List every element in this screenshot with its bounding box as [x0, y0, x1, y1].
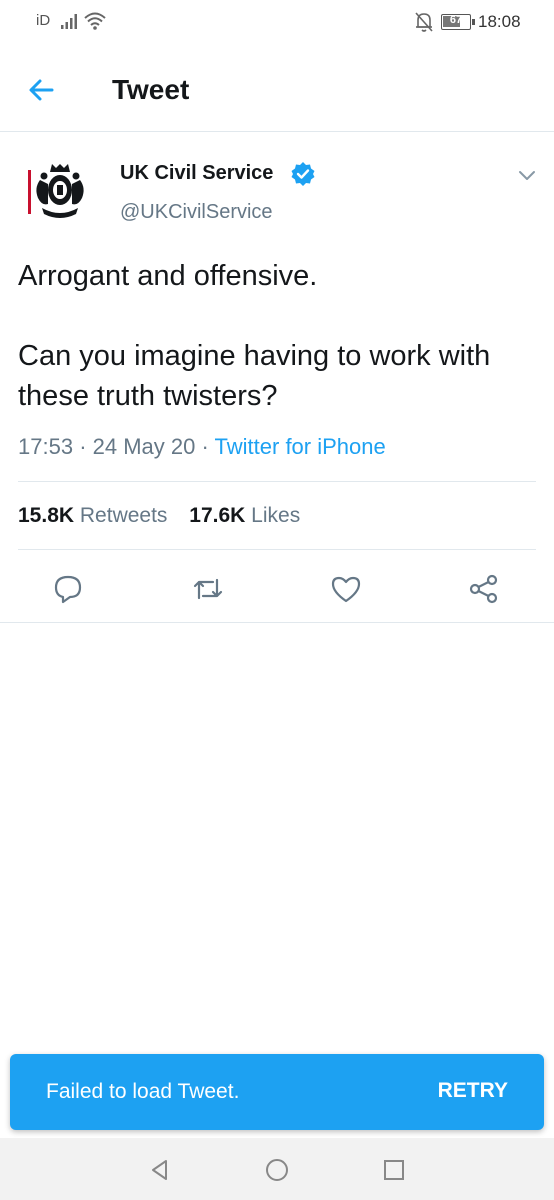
home-circle-icon[interactable]	[263, 1156, 291, 1184]
retweets-count: 15.8K	[18, 504, 75, 527]
like-icon[interactable]	[329, 572, 363, 606]
avatar[interactable]	[20, 152, 100, 232]
divider	[18, 481, 536, 482]
tweet-time: 17:53	[18, 434, 74, 459]
retweets-label: Retweets	[79, 504, 168, 527]
meta-separator: ·	[79, 434, 93, 459]
tweet-stats: 15.8K Retweets 17.6K Likes	[18, 504, 316, 528]
battery-icon: 67	[441, 14, 471, 30]
retweets-stat[interactable]: 15.8K Retweets	[18, 504, 167, 527]
notifications-muted-icon	[415, 12, 433, 32]
battery-tip	[472, 19, 475, 25]
share-icon[interactable]	[467, 572, 501, 606]
carrier-label: iD	[36, 12, 51, 29]
back-triangle-icon[interactable]	[146, 1156, 174, 1184]
likes-label: Likes	[251, 504, 301, 527]
retry-button[interactable]: RETRY	[438, 1079, 508, 1103]
likes-stat[interactable]: 17.6K Likes	[189, 504, 300, 527]
system-nav-bar	[0, 1138, 554, 1200]
status-bar: iD 67 18:08	[0, 0, 554, 46]
tweet-date: 24 May 20	[92, 434, 196, 459]
recents-square-icon[interactable]	[380, 1156, 408, 1184]
retweet-icon[interactable]	[191, 572, 225, 606]
app-bar: Tweet	[0, 46, 554, 132]
tweet-paragraph: Can you imagine having to work with thes…	[18, 340, 491, 412]
wifi-icon	[84, 12, 106, 30]
clock: 18:08	[478, 12, 521, 31]
error-snackbar: Failed to load Tweet. RETRY	[10, 1054, 544, 1130]
author-handle[interactable]: @UKCivilService	[120, 201, 273, 224]
battery-label: 67	[449, 14, 463, 26]
tweet-source-link[interactable]: Twitter for iPhone	[215, 434, 386, 459]
snackbar-message: Failed to load Tweet.	[46, 1080, 240, 1103]
chevron-down-icon[interactable]	[513, 164, 541, 186]
divider	[0, 622, 554, 623]
meta-separator: ·	[201, 434, 215, 459]
author-name[interactable]: UK Civil Service	[120, 162, 273, 185]
divider	[18, 549, 536, 550]
verified-badge-icon	[291, 162, 315, 186]
signal-icon	[61, 14, 77, 29]
tweet-paragraph: Arrogant and offensive.	[18, 260, 318, 292]
reply-icon[interactable]	[51, 572, 85, 606]
page-title: Tweet	[112, 74, 190, 105]
arrow-left-icon[interactable]	[22, 74, 62, 106]
tweet-text: Arrogant and offensive. Can you imagine …	[18, 256, 538, 456]
tweet-meta: 17:53 · 24 May 20 · Twitter for iPhone	[18, 434, 386, 460]
likes-count: 17.6K	[189, 504, 246, 527]
